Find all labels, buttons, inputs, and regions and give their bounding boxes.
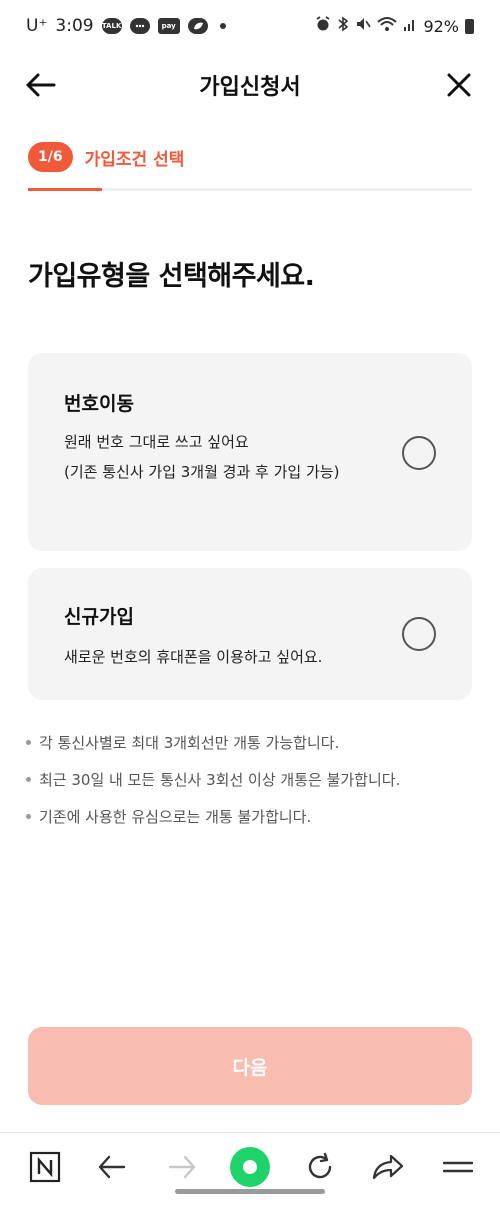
option-card-new-subscription[interactable]: 신규가입 새로운 번호의 휴대폰을 이용하고 싶어요. (28, 568, 472, 700)
back-arrow-icon (26, 73, 56, 97)
forward-arrow-icon (168, 1155, 196, 1179)
page-title: 가입신청서 (199, 75, 301, 100)
alarm-icon (315, 16, 331, 36)
pay-notification-icon: pay (157, 18, 180, 34)
browser-forward-button[interactable] (162, 1147, 202, 1187)
browser-toolbar (0, 1132, 500, 1202)
close-icon (447, 73, 471, 97)
menu-icon (442, 1161, 474, 1173)
back-button[interactable] (24, 70, 58, 100)
refresh-icon (308, 1152, 332, 1179)
green-dot-button[interactable] (226, 1143, 274, 1191)
carrier-label: U⁺ (26, 16, 48, 36)
note-text: 각 통신사별로 최대 3개회선만 개통 가능합니다. (39, 734, 340, 752)
step-indicator: 1/6 가입조건 선택 (28, 142, 184, 172)
option-radio-new-subscription[interactable] (402, 617, 436, 651)
more-notifications-dot (219, 23, 226, 29)
progress-track (28, 188, 472, 191)
step-label: 가입조건 선택 (84, 149, 185, 170)
signal-icon (403, 16, 417, 36)
close-button[interactable] (444, 70, 474, 100)
wifi-icon (377, 16, 398, 36)
green-dot-icon (230, 1147, 270, 1187)
question-heading: 가입유형을 선택해주세요. (28, 261, 315, 292)
leaf-notification-icon (187, 18, 208, 34)
note-item: 기존에 사용한 유심으로는 개통 불가합니다. (26, 798, 476, 835)
option-description: 새로운 번호의 휴대폰을 이용하고 싶어요. (64, 648, 323, 666)
chat-notification-icon (129, 18, 150, 34)
next-button[interactable]: 다음 (28, 1027, 472, 1105)
note-item: 각 통신사별로 최대 3개회선만 개통 가능합니다. (26, 724, 476, 761)
note-text: 기존에 사용한 유심으로는 개통 불가합니다. (39, 808, 312, 826)
bullet-icon (26, 814, 31, 819)
menu-button[interactable] (438, 1147, 478, 1187)
status-bar: U⁺ 3:09 TALK pay 92% (0, 0, 500, 52)
status-time: 3:09 (55, 16, 94, 36)
share-button[interactable] (368, 1147, 408, 1187)
note-item: 최근 30일 내 모든 통신사 3회선 이상 개통은 불가합니다. (26, 761, 476, 798)
status-right: 92% (315, 16, 474, 36)
app-header: 가입신청서 (0, 52, 500, 118)
naver-n-icon (29, 1151, 61, 1183)
option-title: 신규가입 (64, 606, 134, 628)
battery-icon (465, 18, 474, 34)
bluetooth-icon (337, 16, 349, 36)
browser-back-button[interactable] (92, 1147, 132, 1187)
option-description: 원래 번호 그대로 쓰고 싶어요 (기존 통신사 가입 3개월 경과 후 가입 … (64, 433, 340, 481)
notes-list: 각 통신사별로 최대 3개회선만 개통 가능합니다. 최근 30일 내 모든 통… (26, 724, 476, 835)
mute-icon (355, 16, 372, 36)
option-title: 번호이동 (64, 393, 134, 415)
talk-notification-icon: TALK (101, 18, 122, 34)
progress-fill (28, 188, 103, 191)
back-arrow-icon (98, 1155, 126, 1179)
note-text: 최근 30일 내 모든 통신사 3회선 이상 개통은 불가합니다. (39, 771, 401, 789)
bullet-icon (26, 777, 31, 782)
battery-percent: 92% (423, 16, 459, 36)
status-left: U⁺ 3:09 TALK pay (26, 16, 226, 36)
bullet-icon (26, 740, 31, 745)
option-radio-port-number[interactable] (402, 436, 436, 470)
option-card-port-number[interactable]: 번호이동 원래 번호 그대로 쓰고 싶어요 (기존 통신사 가입 3개월 경과 … (28, 353, 472, 551)
home-indicator[interactable] (175, 1189, 325, 1194)
share-icon (372, 1154, 404, 1180)
refresh-button[interactable] (300, 1147, 340, 1187)
step-badge: 1/6 (28, 142, 73, 172)
naver-home-button[interactable] (25, 1147, 65, 1187)
